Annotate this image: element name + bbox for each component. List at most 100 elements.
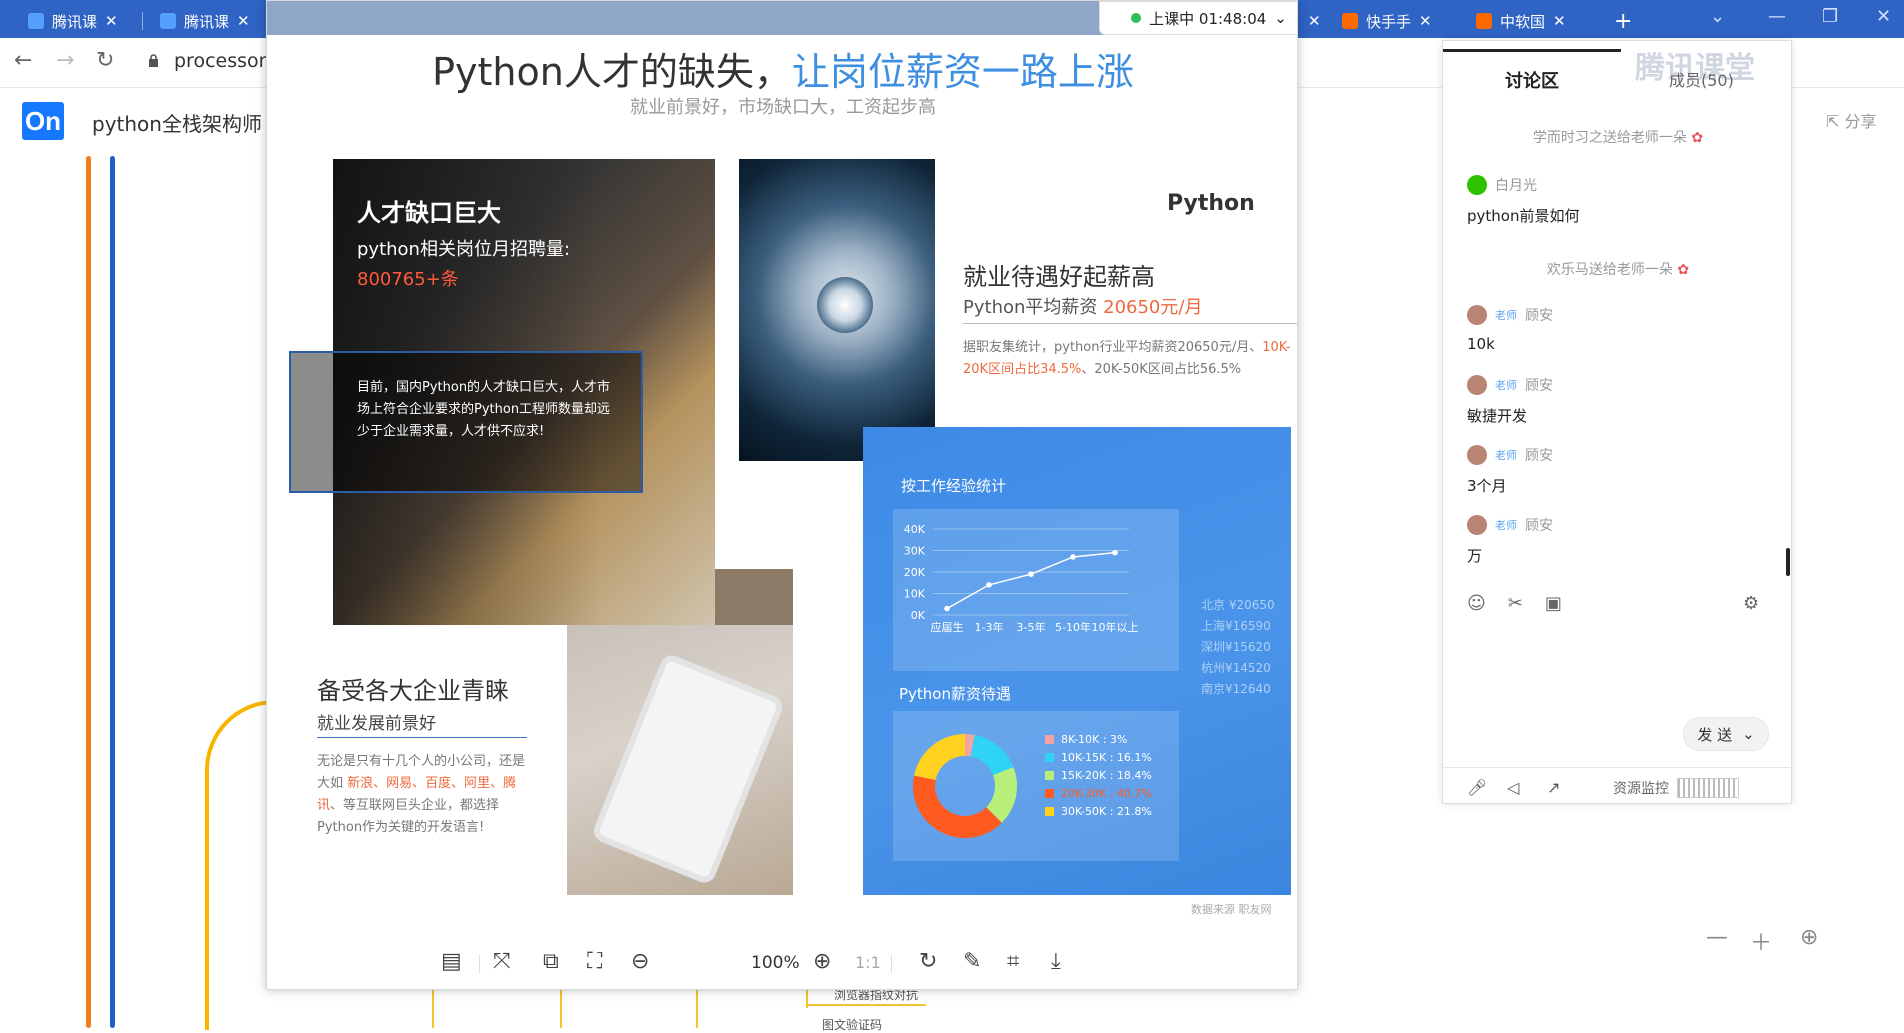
send-label: 发 送 (1697, 725, 1733, 744)
minimize-icon[interactable]: — (1768, 6, 1786, 27)
chat-tools: ☺ ✂ ▣ (1467, 593, 1562, 614)
actual-size-icon[interactable]: 1:1 (855, 953, 881, 972)
tab-members[interactable]: 成员(50) (1669, 67, 1734, 91)
system-text: 学而时习之送给老师一朵 (1532, 130, 1687, 146)
para-part: 、等互联网巨头企业，都选择Python作为关键的开发语言! (317, 798, 500, 835)
live-dot (1131, 13, 1142, 23)
x-tick-label: 1-3年 (975, 620, 1004, 634)
new-tab-button[interactable]: + (1606, 4, 1636, 38)
crop-icon[interactable]: ⌗ (1007, 949, 1019, 974)
translate-icon[interactable]: ⧉ (543, 949, 559, 974)
y-tick-label: 20K (904, 566, 926, 579)
flower-icon: ✿ (1677, 262, 1690, 278)
zoom-in-icon[interactable]: ＋ (1750, 925, 1772, 957)
avatar (1467, 305, 1487, 325)
settings-icon[interactable]: ⚙ (1743, 593, 1759, 614)
locate-icon[interactable]: ⊕ (1800, 925, 1818, 950)
profile-dropdown-icon[interactable]: ⌄ (1710, 6, 1725, 27)
document-title[interactable]: python全栈架构师 (92, 108, 262, 137)
back-icon[interactable]: ← (14, 48, 32, 73)
emoji-icon[interactable]: ☺ (1467, 593, 1486, 614)
fit-screen-icon[interactable]: ⤧ (493, 949, 511, 974)
browser-tab-1[interactable]: 腾讯课 ✕ (20, 4, 138, 38)
x-tick-label: 5-10年 (1055, 620, 1091, 634)
mindmap-underline (806, 1004, 926, 1006)
close-icon[interactable]: ✕ (1419, 12, 1432, 30)
fullscreen-icon[interactable]: ⛶ (587, 949, 602, 974)
zoom-out-icon[interactable]: — (1706, 925, 1728, 950)
microphone-icon[interactable]: 🎤︎ (1467, 778, 1487, 797)
legend-swatch (1045, 753, 1054, 762)
mute-icon[interactable]: ↗ (1547, 778, 1560, 797)
x-tick-label: 应届生 (931, 620, 964, 634)
processon-logo[interactable]: On (22, 102, 64, 140)
x-tick-label: 10年以上 (1092, 620, 1139, 634)
mindmap-node[interactable]: 图文验证码 (822, 1016, 882, 1033)
legend-swatch (1045, 789, 1054, 798)
close-window-icon[interactable]: ✕ (1876, 6, 1891, 27)
message-text: 敏捷开发 (1467, 407, 1528, 425)
tencent-class-icon (160, 13, 176, 29)
maximize-icon[interactable]: ❐ (1822, 6, 1838, 27)
robot-image (739, 159, 935, 461)
tab-label: 快手手 (1366, 12, 1412, 31)
legend-label: 10K-15K : 16.1% (1061, 751, 1152, 764)
browser-tab-4[interactable]: 中软国 ✕ (1468, 4, 1590, 38)
data-point (944, 605, 950, 612)
edit-icon[interactable]: ✎ (963, 949, 981, 974)
share-button[interactable]: ⇱ 分享 (1826, 108, 1877, 132)
send-button[interactable]: 发 送 ⌄ (1683, 717, 1769, 751)
system-text: 欢乐马送给老师一朵 (1546, 262, 1673, 278)
scissors-icon[interactable]: ✂ (1508, 593, 1523, 614)
mindmap-branch (432, 990, 434, 1028)
image-icon[interactable]: ▣ (1545, 593, 1562, 614)
class-timer[interactable]: 上课中 01:48:04 ⌄ (1099, 1, 1297, 35)
y-tick-label: 0K (911, 609, 926, 622)
pie-slice (970, 734, 1014, 776)
zoom-out-icon[interactable]: ⊖ (631, 949, 649, 974)
discussion-panel: 腾讯课堂 讨论区 成员(50) 学而时习之送给老师一朵 ✿ 白月光 python… (1442, 40, 1793, 804)
layout-icon[interactable]: ▤ (441, 949, 462, 974)
close-icon[interactable]: ✕ (1553, 12, 1566, 30)
close-icon[interactable]: ✕ (105, 12, 118, 30)
scrollbar-thumb[interactable] (1786, 548, 1790, 576)
title-part: Python人才的缺失， (432, 50, 792, 94)
tab-label: 腾讯课 (184, 12, 230, 31)
tab-close-button[interactable]: ✕ (1300, 4, 1320, 38)
rotate-icon[interactable]: ↻ (919, 949, 937, 974)
forward-icon[interactable]: → (56, 48, 74, 73)
message-author: 老师 顾安 (1467, 445, 1553, 465)
tencent-class-icon (28, 13, 44, 29)
tab-discussion[interactable]: 讨论区 (1505, 67, 1559, 93)
browser-tab-3[interactable]: 快手手 ✕ (1334, 4, 1456, 38)
job-salary: Python平均薪资 20650元/月 (963, 293, 1202, 319)
browser-tab-2[interactable]: 腾讯课 ✕ (152, 4, 264, 38)
role-badge: 老师 (1495, 379, 1517, 392)
data-point (1028, 571, 1034, 577)
message-text: 3个月 (1467, 477, 1507, 495)
system-message: 欢乐马送给老师一朵 ✿ (1443, 259, 1793, 279)
avatar (1467, 445, 1487, 465)
city-item: 北京 ¥20650 (1201, 598, 1275, 612)
enterprise-paragraph: 无论是只有十几个人的小公司，还是大如 新浪、网易、百度、阿里、腾讯、等互联网巨头… (317, 751, 529, 839)
url-field[interactable]: processon. (174, 50, 277, 72)
pie-slice (914, 734, 965, 781)
experience-line-chart: 0K 10K 20K 30K 40K 应届生 1-3年 3-5年 5-10年 10年以上 (904, 523, 1139, 634)
wechat-avatar (1467, 175, 1487, 195)
close-icon[interactable]: ✕ (237, 12, 250, 30)
chevron-down-icon[interactable]: ⌄ (1742, 725, 1755, 743)
slide-subtitle: 就业前景好，市场缺口大，工资起步高 (630, 97, 936, 118)
zoom-in-icon[interactable]: ⊕ (813, 949, 831, 974)
flower-icon: ✿ (1691, 130, 1704, 146)
city-item: 杭州¥14520 (1201, 661, 1271, 675)
legend-label: 15K-20K : 18.4% (1061, 769, 1152, 782)
download-icon[interactable]: ⤓ (1051, 949, 1061, 974)
reload-icon[interactable]: ↻ (96, 48, 114, 73)
donut-chart-title: Python薪资待遇 (899, 685, 1011, 703)
resource-monitor-label[interactable]: 资源监控 (1613, 778, 1669, 798)
author-name: 顾安 (1525, 378, 1553, 394)
tab-label: 中软国 (1500, 12, 1546, 31)
legend-label: 20K-30K : 40.7% (1061, 787, 1152, 800)
salary-panel: 按工作经验统计 0K 10K 20K 30K 40K 应届生 1-3年 3-5年 5-10年 10… (863, 427, 1291, 895)
speaker-icon[interactable]: ◁ (1507, 778, 1519, 797)
